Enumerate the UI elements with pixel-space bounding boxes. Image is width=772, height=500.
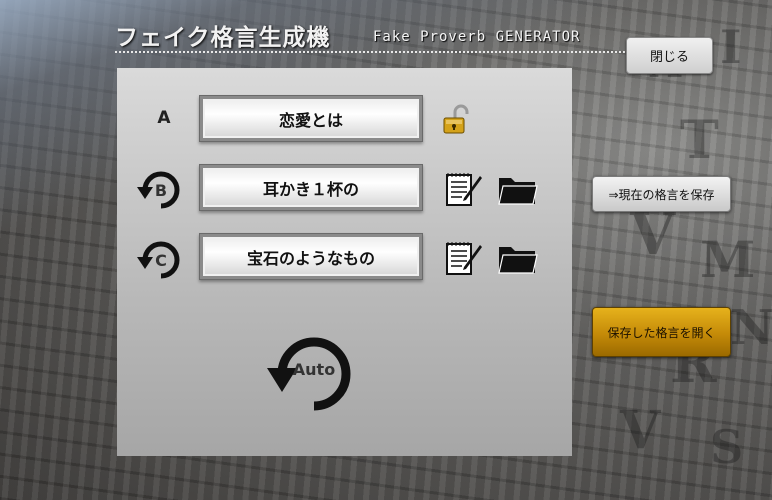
app-subtitle: Fake Proverb GENERATOR — [373, 29, 581, 45]
title-divider — [115, 51, 625, 53]
row-b-label: B — [155, 181, 167, 200]
bg-letter: V — [620, 400, 661, 461]
close-button[interactable]: 閉じる — [626, 37, 713, 74]
bg-letter: N — [730, 300, 772, 356]
open-saved-proverbs-button[interactable]: 保存した格言を開く — [592, 307, 731, 357]
refresh-b-icon[interactable]: B — [135, 168, 187, 212]
notepad-pen-c-icon[interactable] — [443, 238, 483, 278]
unlocked-padlock-icon[interactable] — [439, 102, 473, 136]
word-b-button[interactable]: 耳かき１杯の — [199, 164, 423, 211]
folder-c-icon[interactable] — [495, 239, 541, 277]
auto-label: Auto — [293, 360, 335, 379]
refresh-c-icon[interactable]: C — [135, 238, 187, 282]
notepad-pen-b-icon[interactable] — [443, 169, 483, 209]
bg-letter: S — [710, 420, 744, 474]
save-current-proverb-button[interactable]: ⇒現在の格言を保存 — [592, 176, 731, 212]
app-title: フェイク格言生成機 — [115, 25, 331, 51]
row-c-label: C — [155, 251, 167, 270]
folder-b-icon[interactable] — [495, 170, 541, 208]
row-a-label: A — [157, 108, 171, 128]
word-c-button[interactable]: 宝石のようなもの — [199, 233, 423, 280]
generator-panel: A 恋愛とは B 耳かき１杯の C 宝石のようなもの Auto — [117, 68, 572, 456]
bg-letter: I — [720, 20, 742, 74]
bg-letter: T — [680, 110, 719, 171]
auto-generate-button[interactable]: Auto — [262, 320, 362, 420]
bg-letter: M — [700, 230, 756, 289]
background-inscription: A I T V M E R N V S — [560, 0, 772, 500]
word-a-button[interactable]: 恋愛とは — [199, 95, 423, 142]
